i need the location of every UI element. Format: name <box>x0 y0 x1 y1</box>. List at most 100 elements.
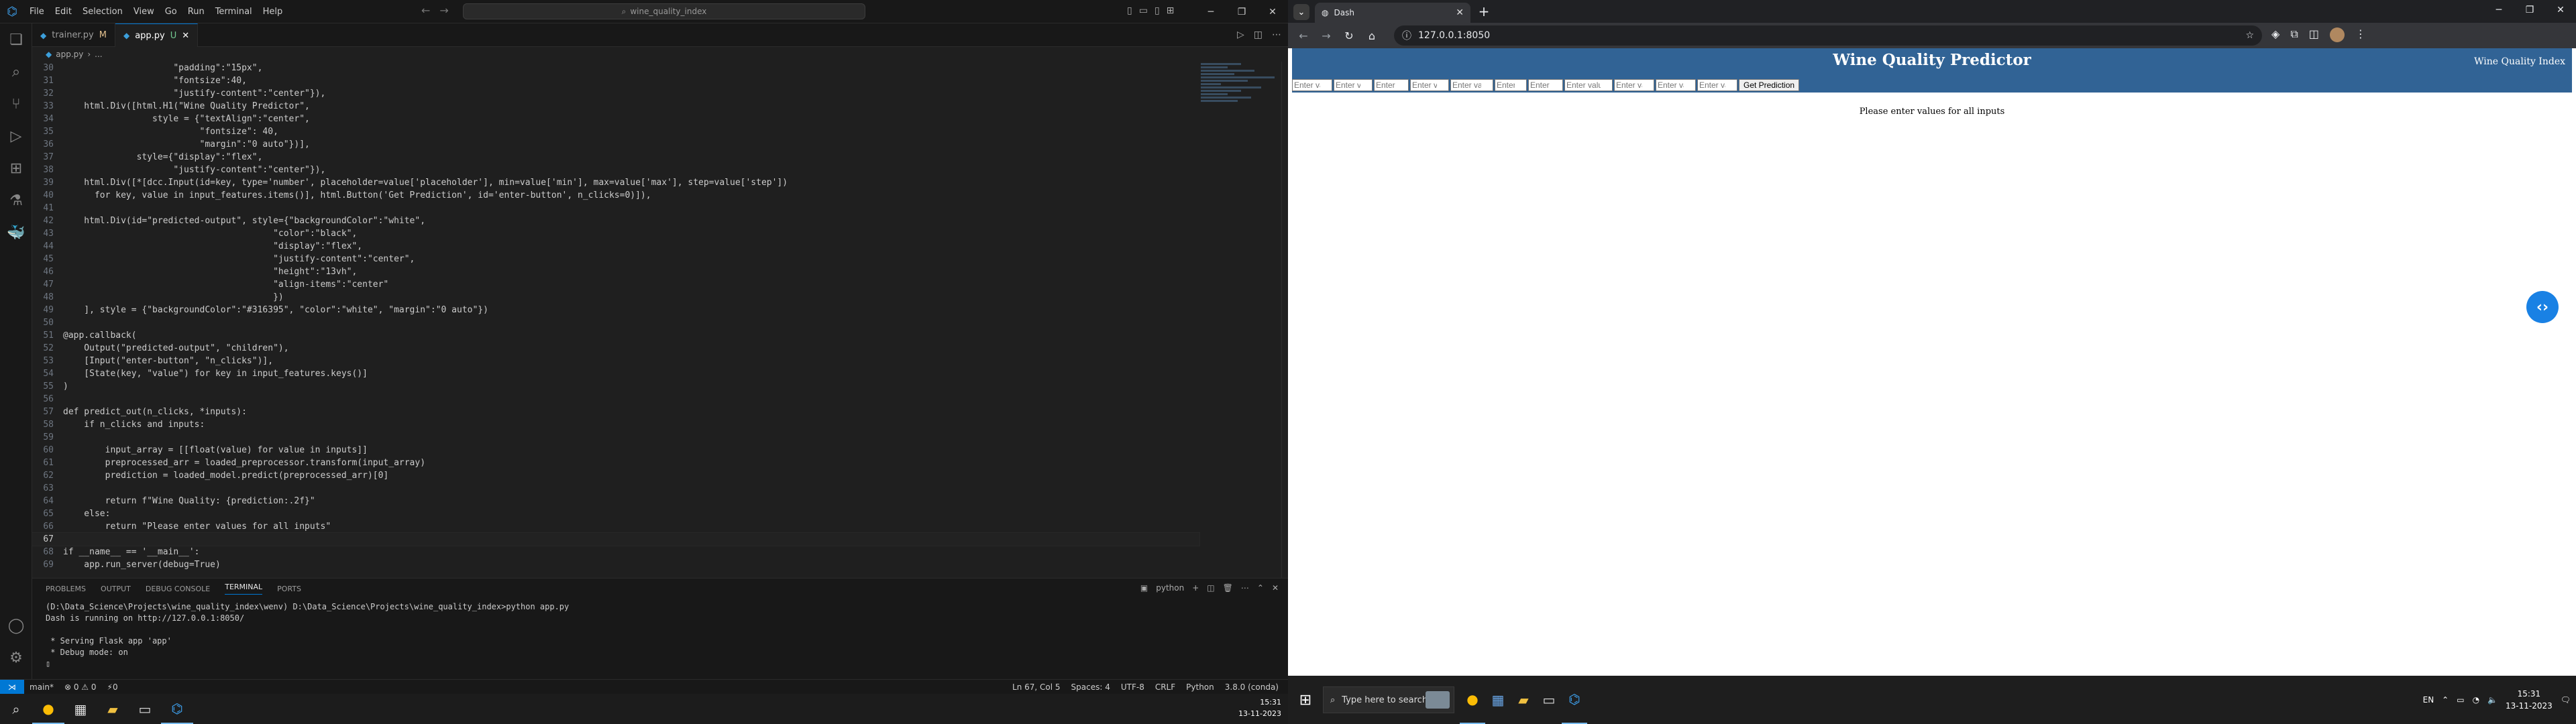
terminal-output[interactable]: (D:\Data_Science\Projects\wine_quality_i… <box>32 599 1288 672</box>
run-python-icon[interactable]: ▷ <box>1237 29 1244 40</box>
explorer-icon[interactable]: ❏ <box>0 23 32 56</box>
bookmark-star-icon[interactable]: ☆ <box>2245 30 2254 41</box>
feature-input[interactable] <box>1564 79 1613 91</box>
source-control-icon[interactable]: ⑂ <box>0 88 32 120</box>
feature-input[interactable] <box>1656 79 1696 91</box>
menu-item-terminal[interactable]: Terminal <box>210 7 258 17</box>
tab-problems[interactable]: PROBLEMS <box>46 585 86 593</box>
toggle-secondary-sidebar-icon[interactable]: ▯ <box>1155 5 1160 16</box>
git-branch[interactable]: main* <box>24 682 59 692</box>
menu-item-run[interactable]: Run <box>182 7 210 17</box>
new-tab-button[interactable]: + <box>1476 3 1492 19</box>
feature-input[interactable] <box>1292 79 1332 91</box>
testing-icon[interactable]: ⚗ <box>0 184 32 217</box>
breadcrumb[interactable]: ◆ app.py › ... <box>32 47 1288 62</box>
status-item[interactable]: Python <box>1181 682 1220 692</box>
menu-item-view[interactable]: View <box>128 7 160 17</box>
file-explorer-icon[interactable]: ▰ <box>97 694 129 724</box>
extension-icon[interactable]: ◈ <box>2271 27 2279 42</box>
vscode-icon[interactable]: ⌬ <box>1562 676 1587 724</box>
back-icon[interactable]: ← <box>1292 25 1315 46</box>
extensions-puzzle-icon[interactable]: ⧉ <box>2290 27 2298 42</box>
run-debug-icon[interactable]: ▷ <box>0 120 32 152</box>
minimize-icon[interactable]: ─ <box>2483 0 2514 20</box>
get-prediction-button[interactable]: Get Prediction <box>1739 79 1800 91</box>
menu-kebab-icon[interactable]: ⋮ <box>2355 27 2366 42</box>
menu-item-help[interactable]: Help <box>258 7 288 17</box>
feature-input[interactable] <box>1614 79 1654 91</box>
breadcrumb-file[interactable]: app.py <box>56 50 83 59</box>
minimap[interactable] <box>1201 62 1281 196</box>
windows-start-icon[interactable]: ⊞ <box>1293 688 1318 712</box>
forward-icon[interactable]: → <box>1315 25 1338 46</box>
network-icon[interactable]: ◔ <box>2473 695 2479 705</box>
search-icon[interactable]: ⌕ <box>0 56 32 88</box>
file-explorer-icon[interactable]: ▰ <box>1511 676 1536 724</box>
terminal-icon[interactable]: ▭ <box>1536 676 1562 724</box>
nav-arrows[interactable]: ←→ <box>421 4 458 17</box>
menu-item-edit[interactable]: Edit <box>50 7 77 17</box>
toggle-sidebar-icon[interactable]: ▯ <box>1127 5 1132 16</box>
calculator-icon[interactable]: ▦ <box>1485 676 1511 724</box>
split-editor-icon[interactable]: ◫ <box>1254 29 1263 40</box>
new-terminal-icon[interactable]: + <box>1192 583 1199 593</box>
tab-ports[interactable]: PORTS <box>277 585 301 593</box>
toggle-panel-icon[interactable]: ▭ <box>1139 5 1148 16</box>
menu-item-selection[interactable]: Selection <box>77 7 128 17</box>
chrome-icon[interactable]: ● <box>1460 676 1485 724</box>
tab-dash[interactable]: ◍ Dash ✕ <box>1315 3 1470 23</box>
customize-layout-icon[interactable]: ⊞ <box>1167 5 1175 16</box>
calculator-icon[interactable]: ▦ <box>64 694 97 724</box>
terminal-shell-icon[interactable]: ▣ <box>1140 583 1148 593</box>
site-info-icon[interactable]: ⓘ <box>1402 29 1411 42</box>
status-item[interactable]: 3.8.0 (conda) <box>1220 682 1284 692</box>
account-icon[interactable]: ◯ <box>0 609 32 642</box>
docker-icon[interactable]: 🐳 <box>0 217 32 249</box>
status-item[interactable]: Ln 67, Col 5 <box>1007 682 1066 692</box>
language-indicator[interactable]: EN <box>2423 695 2434 705</box>
profile-avatar[interactable] <box>2329 27 2345 42</box>
more-actions-icon[interactable]: ⋯ <box>1272 29 1281 40</box>
taskbar-clock[interactable]: 15:31 13-11-2023 <box>2506 688 2553 712</box>
more-actions-icon[interactable]: ⋯ <box>1241 583 1249 593</box>
vscode-icon[interactable]: ⌬ <box>161 694 193 724</box>
feature-input[interactable] <box>1528 79 1563 91</box>
feature-input[interactable] <box>1450 79 1493 91</box>
tab-trainer-py[interactable]: ◆ trainer.py M <box>32 23 115 47</box>
maximize-panel-icon[interactable]: ⌃ <box>1257 583 1264 593</box>
close-panel-icon[interactable]: ✕ <box>1272 583 1279 593</box>
volume-icon[interactable]: 🔈 <box>2487 695 2498 705</box>
settings-gear-icon[interactable]: ⚙ <box>0 642 32 674</box>
extensions-icon[interactable]: ⊞ <box>0 152 32 184</box>
split-terminal-icon[interactable]: ◫ <box>1207 583 1214 593</box>
layout-controls[interactable]: ▯ ▭ ▯ ⊞ <box>1127 5 1174 16</box>
code-editor[interactable]: 30 "padding":"15px", 31 "fontsize":40, 32 … <box>32 62 1200 578</box>
search-icon[interactable]: ⌕ <box>0 694 32 724</box>
status-item[interactable]: Spaces: 4 <box>1066 682 1116 692</box>
feature-input[interactable] <box>1334 79 1373 91</box>
battery-icon[interactable]: ▭ <box>2457 695 2464 705</box>
ports-count[interactable]: ⚡0 <box>102 682 123 692</box>
problems-count[interactable]: ⊗ 0 ⚠ 0 <box>59 682 102 692</box>
restore-icon[interactable]: ❐ <box>1226 0 1257 23</box>
tab-app-py[interactable]: ◆ app.py U ✕ <box>115 23 199 47</box>
tab-debug-console[interactable]: DEBUG CONSOLE <box>146 585 210 593</box>
tab-output[interactable]: OUTPUT <box>101 585 131 593</box>
feature-input[interactable] <box>1374 79 1409 91</box>
status-item[interactable]: CRLF <box>1150 682 1181 692</box>
close-icon[interactable]: ✕ <box>1456 7 1464 18</box>
reload-icon[interactable]: ↻ <box>1338 25 1360 46</box>
dash-debug-menu-icon[interactable]: ‹› <box>2526 291 2559 323</box>
home-icon[interactable]: ⌂ <box>1360 25 1383 46</box>
kill-terminal-icon[interactable]: 🗑 <box>1223 583 1233 593</box>
remote-indicator-icon[interactable]: ⋊ <box>0 679 24 695</box>
terminal-shell-label[interactable]: python <box>1156 583 1184 593</box>
minimize-icon[interactable]: ─ <box>1195 0 1226 23</box>
address-bar[interactable]: ⓘ 127.0.0.1:8050 ☆ <box>1394 25 2262 46</box>
tab-search-icon[interactable]: ⌄ <box>1293 4 1309 20</box>
status-item[interactable]: UTF-8 <box>1116 682 1150 692</box>
close-icon[interactable]: ✕ <box>2545 0 2576 20</box>
taskbar-clock[interactable]: 15:31 13-11-2023 <box>1238 697 1281 719</box>
side-panel-icon[interactable]: ◫ <box>2309 27 2319 42</box>
feature-input[interactable] <box>1410 79 1449 91</box>
